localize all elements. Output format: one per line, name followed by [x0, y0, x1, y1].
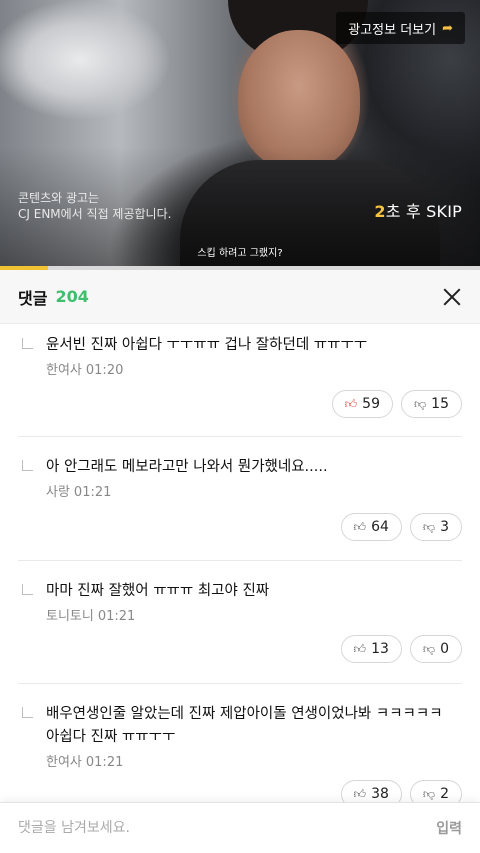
video-subtitle: 스킵 하려고 그랬지? [197, 248, 283, 259]
like-button[interactable]: 👍︎ 13 [340, 635, 402, 663]
ad-info-label: 광고정보 더보기 [348, 22, 437, 38]
comment-author[interactable]: 토니토니 [46, 609, 94, 624]
comment-author[interactable]: 한여사 [46, 363, 82, 378]
dislike-button[interactable]: 👎︎ 2 [409, 780, 462, 802]
like-button[interactable]: 👍︎ 59 [331, 390, 393, 418]
thumbs-up-icon: 👍︎ [353, 520, 367, 534]
thumbs-down-icon: 👎︎ [413, 397, 427, 411]
list-item: 아 안그래도 메보라고만 나와서 뭔가했네요..... 사랑 01:21 👍︎ 6… [18, 437, 462, 561]
list-item: 마마 진짜 잘했어 ㅠㅠㅠ 최고야 진짜 토니토니 01:21 👍︎ 13 👎︎ … [18, 561, 462, 684]
comments-count: 204 [55, 287, 89, 306]
share-arrow-icon: ➦ [442, 20, 453, 36]
comment-meta: 토니토니 01:21 [46, 605, 462, 624]
comment-votes: 👍︎ 38 👎︎ 2 [340, 780, 462, 802]
comment-compose-bar: 입력 [0, 802, 480, 853]
comment-votes: 👍︎ 64 👎︎ 3 [340, 513, 462, 541]
comments-title: 댓글 [18, 288, 48, 308]
like-button[interactable]: 👍︎ 38 [340, 780, 402, 802]
submit-button[interactable]: 입력 [436, 818, 462, 838]
skip-countdown[interactable]: 2초 후 SKIP [374, 198, 462, 222]
dislike-count: 3 [440, 519, 449, 535]
skip-label: 초 후 SKIP [385, 202, 462, 221]
thumbs-up-icon: 👍︎ [353, 787, 367, 801]
comment-time: 01:21 [97, 609, 136, 624]
close-icon[interactable] [442, 287, 462, 307]
comment-votes: 👍︎ 13 👎︎ 0 [340, 635, 462, 663]
comment-list[interactable]: 윤서빈 진짜 아쉽다 ㅜㅜㅠㅠ 겁나 잘하던데 ㅠㅠㅜㅜ 한여사 01:20 👍︎… [0, 324, 480, 802]
reply-arrow-icon [22, 707, 33, 718]
reply-arrow-icon [22, 460, 33, 471]
ad-info-button[interactable]: 광고정보 더보기 ➦ [336, 12, 465, 44]
comment-meta: 사랑 01:21 [46, 481, 462, 500]
comment-author[interactable]: 사랑 [46, 485, 70, 500]
comment-text: 윤서빈 진짜 아쉽다 ㅜㅜㅠㅠ 겁나 잘하던데 ㅠㅠㅜㅜ [46, 337, 368, 353]
skip-seconds: 2 [374, 202, 386, 221]
video-player[interactable]: 광고정보 더보기 ➦ 콘텐츠와 광고는 CJ ENM에서 직접 제공합니다. 2… [0, 0, 480, 266]
like-count: 59 [362, 396, 380, 412]
dislike-button[interactable]: 👎︎ 0 [409, 635, 462, 663]
ad-provider-line2: CJ ENM에서 직접 제공합니다. [18, 207, 172, 221]
dislike-count: 2 [440, 786, 449, 802]
ad-provider-notice: 콘텐츠와 광고는 CJ ENM에서 직접 제공합니다. [18, 190, 171, 222]
comment-votes: 👍︎ 59 👎︎ 15 [331, 390, 462, 418]
list-item: 윤서빈 진짜 아쉽다 ㅜㅜㅠㅠ 겁나 잘하던데 ㅠㅠㅜㅜ 한여사 01:20 👍︎… [18, 324, 462, 437]
thumbs-down-icon: 👎︎ [422, 642, 436, 656]
comment-author[interactable]: 한여사 [46, 755, 82, 770]
like-count: 13 [371, 641, 389, 657]
dislike-button[interactable]: 👎︎ 3 [409, 513, 462, 541]
thumbs-up-icon: 👍︎ [344, 397, 358, 411]
comments-header: 댓글 204 [0, 270, 480, 324]
list-item: 배우연생인줄 알았는데 진짜 제압아이돌 연생이었나봐 ㅋㅋㅋㅋㅋ 아쉽다 진짜… [18, 684, 462, 802]
comment-text: 배우연생인줄 알았는데 진짜 제압아이돌 연생이었나봐 ㅋㅋㅋㅋㅋ 아쉽다 진짜… [46, 706, 443, 745]
thumbs-down-icon: 👎︎ [422, 520, 436, 534]
comment-text: 아 안그래도 메보라고만 나와서 뭔가했네요..... [46, 459, 328, 475]
like-count: 38 [371, 786, 389, 802]
ad-provider-line1: 콘텐츠와 광고는 [18, 191, 100, 205]
thumbs-down-icon: 👎︎ [422, 787, 436, 801]
comment-meta: 한여사 01:21 [46, 751, 462, 770]
comment-time: 01:21 [85, 755, 124, 770]
dislike-button[interactable]: 👎︎ 15 [400, 390, 462, 418]
dislike-count: 0 [440, 641, 449, 657]
like-button[interactable]: 👍︎ 64 [340, 513, 402, 541]
comment-input[interactable] [18, 820, 425, 836]
reply-arrow-icon [22, 584, 33, 595]
like-count: 64 [371, 519, 389, 535]
comment-meta: 한여사 01:20 [46, 359, 462, 378]
dislike-count: 15 [431, 396, 449, 412]
comment-text: 마마 진짜 잘했어 ㅠㅠㅠ 최고야 진짜 [46, 583, 270, 599]
comment-time: 01:21 [73, 485, 112, 500]
thumbs-up-icon: 👍︎ [353, 642, 367, 656]
comment-time: 01:20 [85, 363, 124, 378]
reply-arrow-icon [22, 338, 33, 349]
